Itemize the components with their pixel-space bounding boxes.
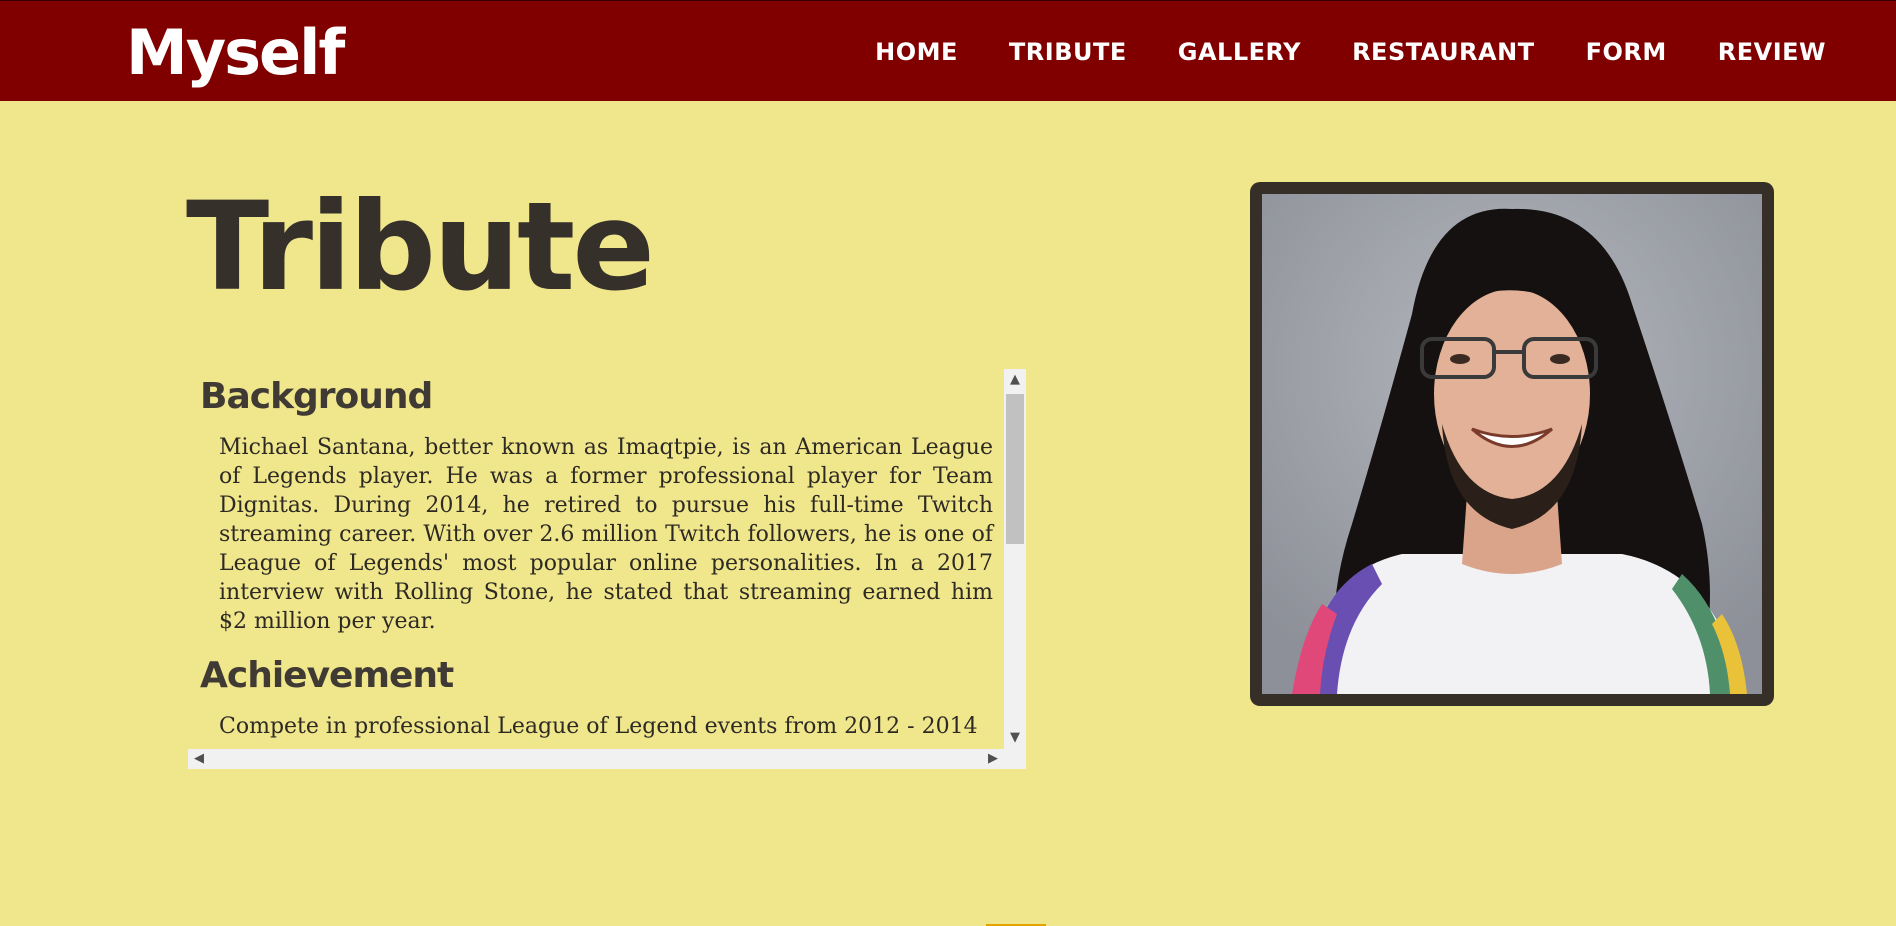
portrait-frame [1250,182,1774,706]
nav-link-form[interactable]: FORM [1586,38,1667,66]
scroll-left-arrow-icon[interactable]: ◀ [188,749,210,769]
scroll-right-arrow-icon[interactable]: ▶ [982,749,1004,769]
achievement-text: Compete in professional League of Legend… [219,714,978,739]
scroll-down-arrow-icon[interactable]: ▼ [1004,727,1026,749]
nav-menu: HOME TRIBUTE GALLERY RESTAURANT FORM REV… [824,1,1826,102]
background-text: Michael Santana, better known as Imaqtpi… [219,435,993,634]
nav-link-home[interactable]: HOME [875,38,958,66]
scrollbar-corner [1004,749,1026,769]
page-title: Tribute [186,176,655,318]
vertical-scrollbar[interactable]: ▲ ▼ [1004,369,1026,749]
tribute-scroll-box[interactable]: Background Michael Santana, better known… [188,369,1026,769]
nav-link-review[interactable]: REVIEW [1718,38,1826,66]
achievement-heading: Achievement [200,655,454,696]
site-logo[interactable]: Myself [126,15,345,91]
nav-link-restaurant[interactable]: RESTAURANT [1352,38,1535,66]
navbar: Myself HOME TRIBUTE GALLERY RESTAURANT F… [0,0,1896,101]
background-heading: Background [200,376,433,417]
scroll-up-arrow-icon[interactable]: ▲ [1004,369,1026,391]
nav-link-gallery[interactable]: GALLERY [1178,38,1301,66]
horizontal-scrollbar[interactable]: ◀ ▶ [188,749,1026,769]
scroll-content: Background Michael Santana, better known… [188,369,1004,749]
portrait-photo [1262,194,1762,694]
nav-link-tribute[interactable]: TRIBUTE [1009,38,1127,66]
vertical-scroll-thumb[interactable] [1006,394,1024,544]
